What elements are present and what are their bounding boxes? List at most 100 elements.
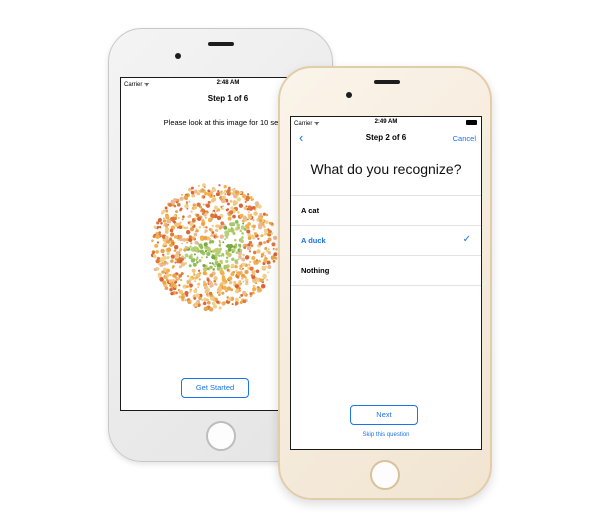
plate-dot	[220, 271, 225, 276]
plate-dot	[197, 282, 201, 286]
plate-dot	[234, 243, 237, 246]
plate-dot	[248, 250, 251, 253]
plate-dot	[167, 219, 172, 224]
plate-dot	[190, 247, 194, 252]
plate-dot	[162, 253, 165, 257]
plate-dot	[166, 255, 170, 260]
plate-dot	[234, 259, 238, 263]
plate-dot	[170, 282, 173, 285]
phone-frame-step-2: Carrier ᯤ 2:49 AM ‹ Step 2 of 6 Cancel W…	[278, 66, 492, 500]
get-started-button[interactable]: Get Started	[181, 378, 249, 398]
plate-dot	[267, 271, 269, 274]
plate-dot	[210, 239, 215, 244]
plate-dot	[242, 216, 248, 221]
plate-dot	[161, 262, 164, 265]
home-button-icon[interactable]	[370, 460, 400, 490]
plate-dot	[224, 238, 227, 241]
plate-dot	[186, 202, 189, 205]
home-button-icon[interactable]	[206, 421, 236, 451]
plate-dot	[181, 218, 184, 221]
plate-dot	[201, 299, 204, 302]
plate-dot	[194, 217, 197, 221]
plate-dot	[245, 280, 249, 284]
option-a-cat[interactable]: A cat	[291, 196, 481, 226]
plate-dot	[185, 294, 189, 297]
plate-dot	[258, 222, 263, 228]
plate-dot	[227, 297, 232, 302]
skip-question-link[interactable]: Skip this question	[291, 432, 481, 438]
plate-dot	[204, 289, 209, 294]
answer-options-list: A cat A duck ✓ Nothing	[291, 195, 481, 286]
plate-dot	[232, 202, 237, 206]
plate-dot	[258, 259, 261, 263]
plate-dot	[232, 270, 236, 274]
plate-dot	[229, 277, 232, 280]
plate-dot	[220, 282, 223, 285]
plate-dot	[209, 273, 214, 278]
plate-dot	[225, 259, 229, 264]
plate-dot	[261, 234, 264, 237]
plate-dot	[217, 190, 220, 193]
plate-dot	[176, 202, 181, 207]
plate-dot	[164, 227, 168, 231]
plate-dot	[169, 237, 173, 241]
plate-dot	[258, 241, 263, 246]
plate-dot	[218, 244, 222, 247]
plate-dot	[160, 248, 165, 254]
plate-dot	[162, 280, 167, 285]
plate-dot	[170, 259, 174, 263]
plate-dot	[193, 289, 198, 294]
plate-dot	[218, 290, 222, 293]
cancel-button[interactable]: Cancel	[453, 134, 476, 143]
plate-dot	[226, 243, 231, 249]
plate-dot	[273, 235, 278, 240]
plate-dot	[202, 226, 206, 229]
plate-dot	[212, 298, 216, 302]
plate-dot	[184, 203, 189, 209]
plate-dot	[244, 276, 247, 279]
option-nothing[interactable]: Nothing	[291, 256, 481, 286]
plate-dot	[198, 278, 201, 281]
plate-dot	[209, 284, 213, 288]
plate-dot	[204, 242, 208, 245]
plate-dot	[265, 220, 269, 224]
plate-dot	[226, 286, 232, 291]
plate-dot	[241, 262, 246, 267]
plate-dot	[193, 253, 196, 256]
plate-dot	[215, 224, 219, 228]
plate-dot	[200, 208, 205, 212]
plate-dot	[205, 203, 211, 208]
plate-dot	[189, 227, 195, 232]
plate-dot	[204, 216, 207, 219]
plate-dot	[173, 214, 177, 218]
plate-dot	[195, 258, 198, 262]
plate-dot	[235, 190, 240, 195]
plate-dot	[228, 186, 231, 190]
option-a-duck[interactable]: A duck ✓	[291, 226, 481, 256]
plate-dot	[267, 248, 270, 251]
plate-dot	[183, 257, 186, 260]
plate-dot	[165, 268, 171, 273]
plate-dot	[261, 222, 265, 226]
plate-dot	[160, 221, 163, 225]
plate-dot	[259, 219, 263, 223]
plate-dot	[215, 192, 220, 197]
plate-dot	[217, 286, 223, 291]
plate-dot	[211, 187, 217, 193]
plate-dot	[196, 242, 200, 245]
plate-dot	[209, 262, 212, 265]
plate-dot	[251, 291, 255, 295]
plate-dot	[154, 243, 159, 248]
plate-dot	[197, 286, 200, 289]
plate-dot	[253, 261, 257, 265]
plate-dot	[187, 221, 190, 224]
plate-dot	[206, 267, 210, 270]
plate-dot	[201, 195, 204, 199]
plate-dot	[266, 239, 270, 244]
plate-dot	[222, 285, 227, 290]
navigation-bar: ‹ Step 2 of 6 Cancel	[291, 128, 481, 150]
option-label: A duck	[301, 236, 326, 245]
plate-dot	[173, 216, 177, 221]
next-button[interactable]: Next	[350, 405, 418, 425]
plate-dot	[229, 199, 233, 203]
